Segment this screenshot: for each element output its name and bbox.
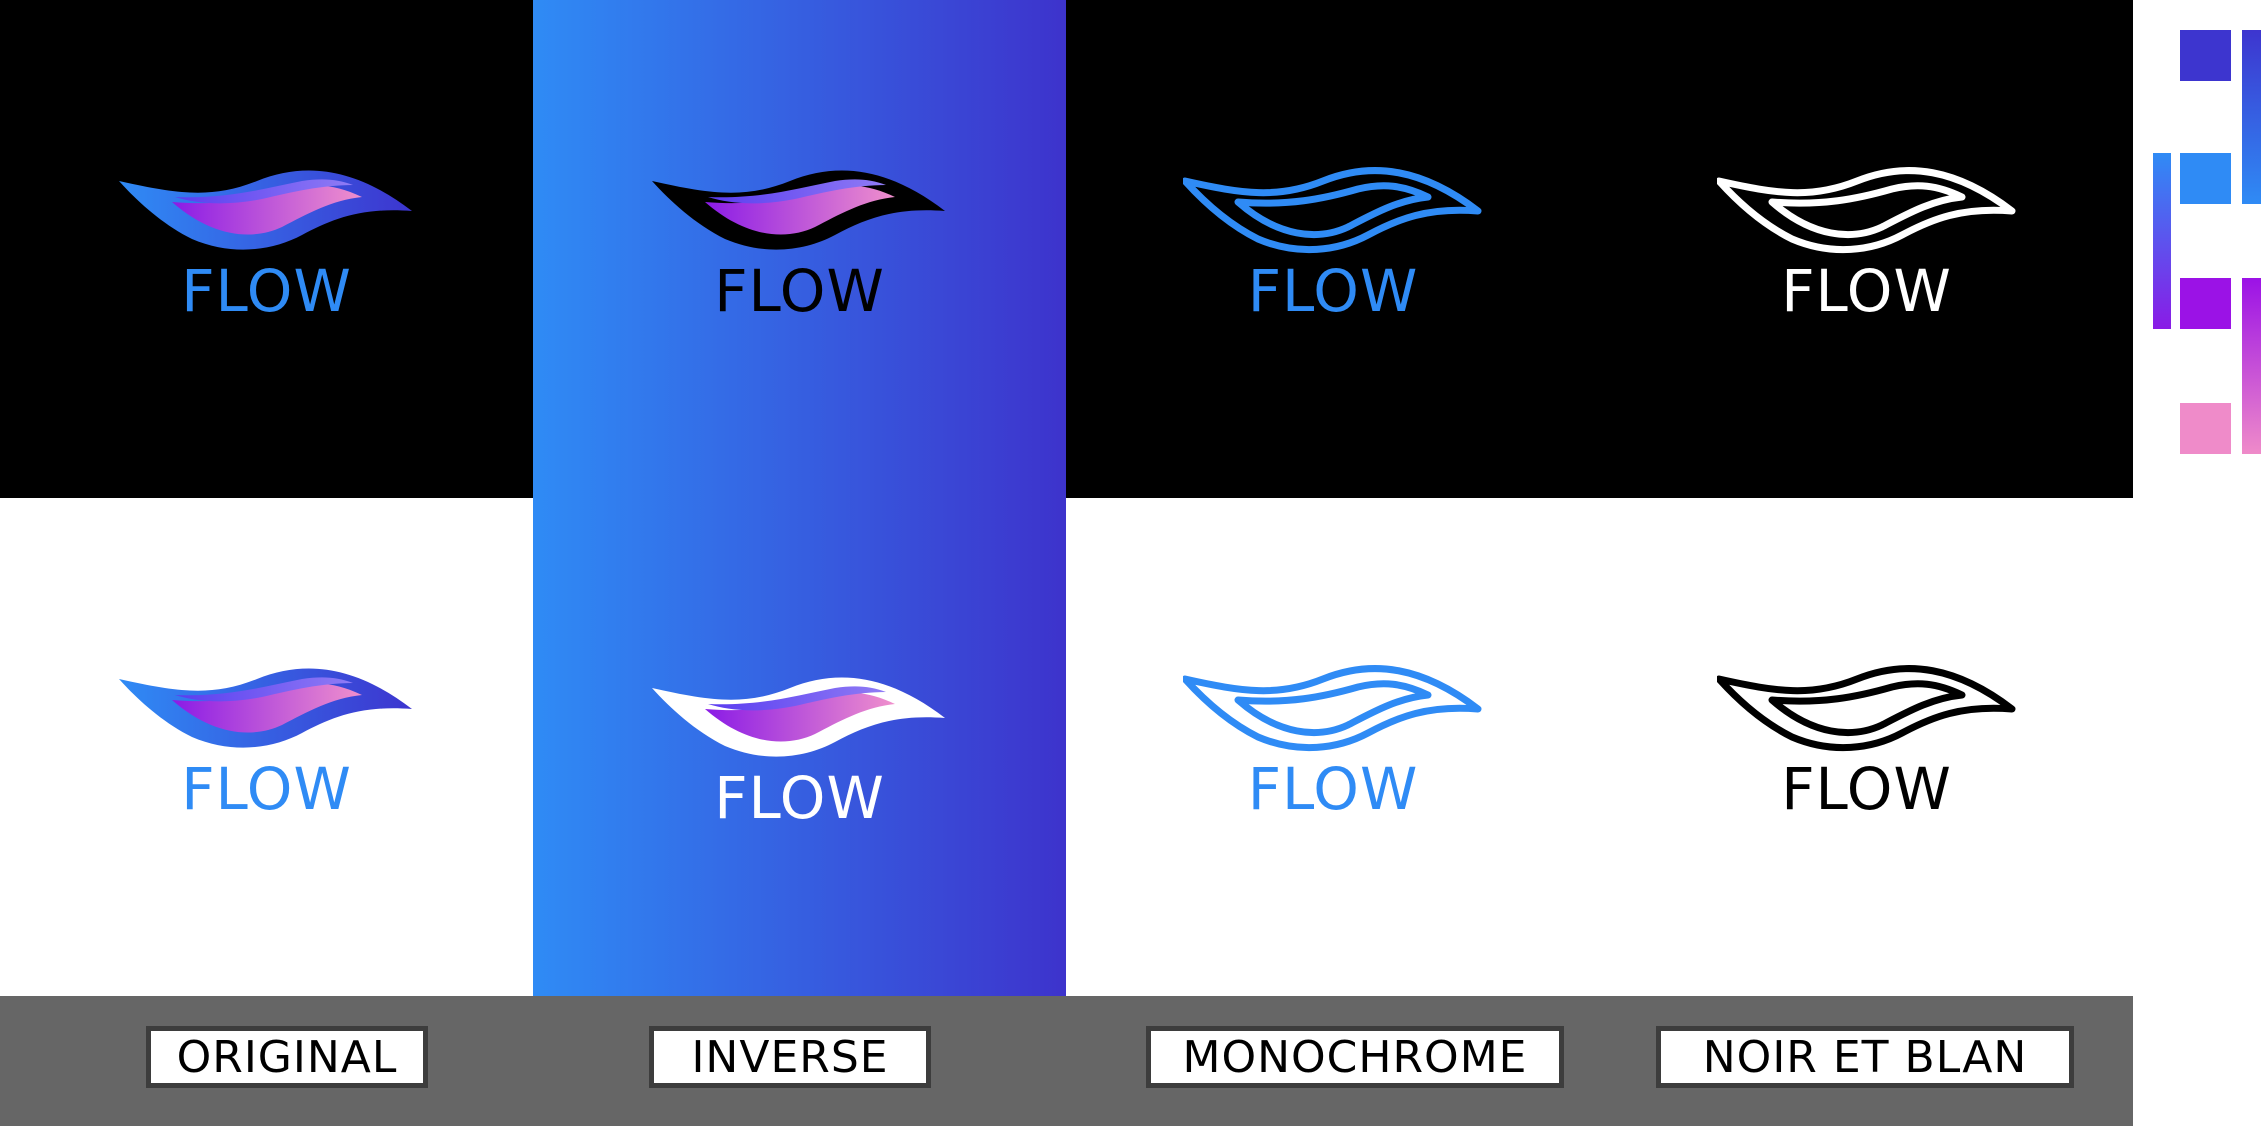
flow-logo-inverse-light: FLOW — [650, 666, 950, 846]
brand-wordmark: FLOW — [181, 257, 352, 325]
monochrome-dark-cell: FLOW — [1066, 0, 1600, 498]
brand-wordmark: FLOW — [714, 764, 885, 832]
wave-icon — [651, 677, 945, 757]
label-inverse: INVERSE — [649, 1026, 931, 1088]
brand-wordmark: FLOW — [1781, 257, 1952, 325]
wave-icon — [651, 170, 945, 250]
gradient-bar-blue-purple — [2153, 153, 2171, 329]
gradient-bar-indigo-blue — [2242, 30, 2261, 204]
swatch-pink — [2180, 403, 2231, 454]
flow-logo: FLOW — [1716, 159, 2017, 339]
flow-logo: FLOW — [1183, 657, 1483, 837]
flow-logo-inverse-dark: FLOW — [650, 159, 950, 339]
brand-wordmark: FLOW — [1247, 755, 1419, 823]
flow-logo: FLOW — [1183, 159, 1483, 339]
color-palette — [2133, 0, 2261, 1126]
original-light-cell: FLOW — [0, 498, 533, 996]
brand-wordmark: FLOW — [714, 257, 885, 325]
gradient-bar-purple-pink — [2242, 278, 2261, 454]
wave-outline-icon — [1716, 665, 2015, 752]
original-dark-cell: FLOW — [0, 0, 533, 498]
flow-logo: FLOW — [117, 159, 417, 339]
label-noir-et-blan: NOIR ET BLAN — [1656, 1026, 2074, 1088]
wave-icon — [118, 170, 412, 250]
wave-icon — [118, 668, 412, 748]
swatch-blue — [2180, 153, 2231, 204]
brand-wordmark: FLOW — [1247, 257, 1419, 325]
wave-outline-icon — [1183, 167, 1482, 254]
variant-label-bar: ORIGINAL INVERSE MONOCHROME NOIR ET BLAN — [0, 996, 2133, 1126]
brand-wordmark: FLOW — [1781, 755, 1952, 823]
brand-wordmark: FLOW — [181, 755, 352, 823]
inverse-column: FLOW FLOW — [533, 0, 1066, 996]
label-original: ORIGINAL — [146, 1026, 428, 1088]
wave-outline-icon — [1716, 167, 2015, 254]
monochrome-light-cell: FLOW — [1066, 498, 1600, 996]
flow-logo: FLOW — [1716, 657, 2017, 837]
flow-logo: FLOW — [117, 657, 417, 837]
noir-dark-cell: FLOW — [1600, 0, 2133, 498]
label-monochrome: MONOCHROME — [1146, 1026, 1564, 1088]
swatch-purple — [2180, 278, 2231, 329]
swatch-indigo — [2180, 30, 2231, 81]
wave-outline-icon — [1183, 665, 1482, 752]
noir-light-cell: FLOW — [1600, 498, 2133, 996]
